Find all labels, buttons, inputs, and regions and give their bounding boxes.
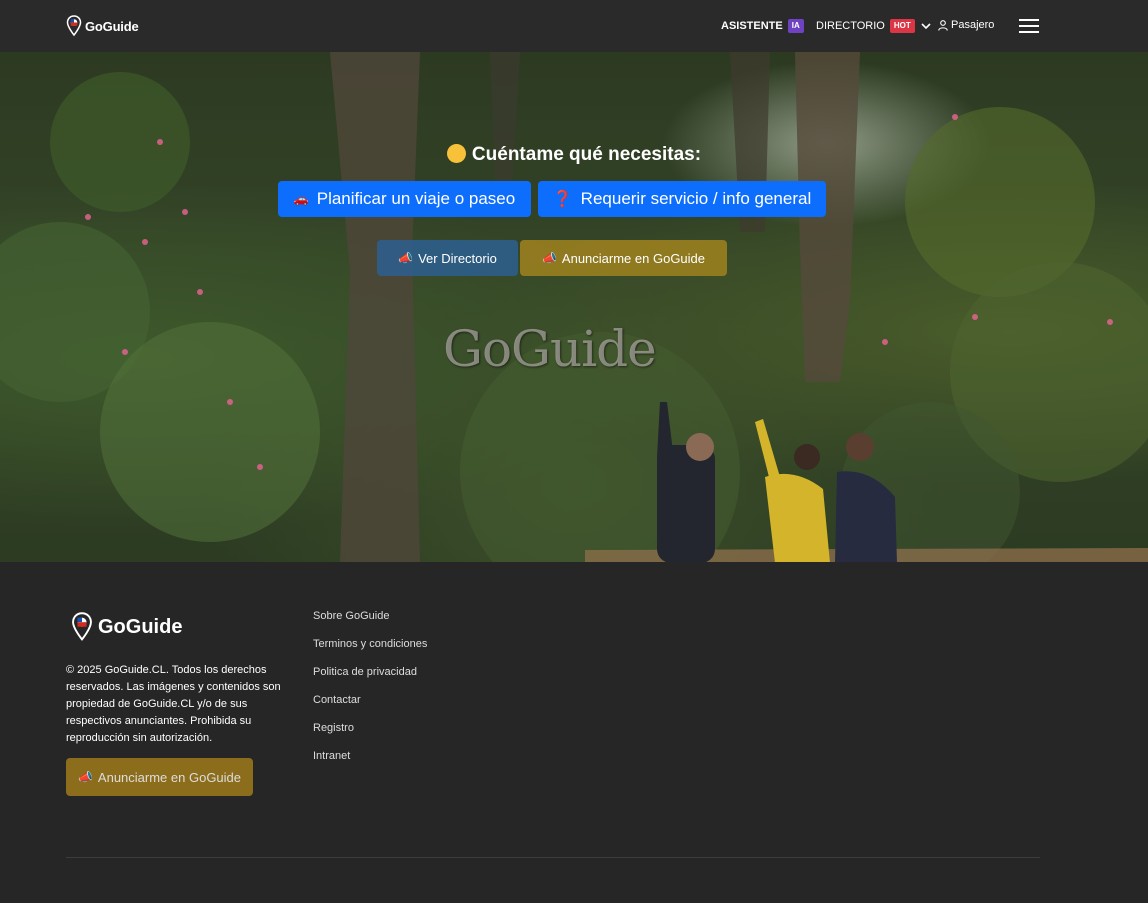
view-directory-button[interactable]: 📣 Ver Directorio (377, 240, 518, 276)
brand-logo[interactable]: GoGuide (66, 15, 139, 37)
nav-pasajero-label: Pasajero (951, 19, 995, 31)
footer-link-intranet[interactable]: Intranet (313, 748, 427, 776)
footer-link-privacidad[interactable]: Politica de privacidad (313, 664, 427, 692)
nav-asistente-label: ASISTENTE (721, 20, 783, 32)
footer-links: Sobre GoGuide Terminos y condiciones Pol… (313, 608, 427, 776)
hero-title-text: Cuéntame qué necesitas: (471, 144, 702, 165)
ia-badge: IA (787, 19, 804, 33)
forest-background-image (0, 52, 1148, 562)
footer: GoGuide © 2025 GoGuide.CL. Todos los der… (0, 562, 1148, 903)
question-mark-icon: ❓ (552, 191, 573, 208)
megaphone-icon: 📣 (77, 770, 93, 784)
advertise-label: Anunciarme en GoGuide (561, 250, 706, 266)
hero-title: Cuéntame qué necesitas: (0, 144, 1148, 166)
footer-divider (66, 857, 1040, 858)
car-icon: 🚗 (293, 192, 309, 206)
map-pin-icon (72, 612, 92, 641)
smiling-face-icon (446, 144, 466, 163)
footer-brand-logo[interactable]: GoGuide (71, 611, 182, 643)
nav-asistente[interactable]: ASISTENTE IA (721, 19, 804, 33)
view-directory-label: Ver Directorio (418, 250, 497, 266)
footer-link-registro[interactable]: Registro (313, 720, 427, 748)
top-navbar: GoGuide ASISTENTE IA DIRECTORIO HOT Pasa… (0, 0, 1148, 52)
map-pin-icon (66, 15, 82, 37)
user-icon (938, 19, 948, 31)
brand-name: GoGuide (85, 18, 139, 34)
footer-link-sobre[interactable]: Sobre GoGuide (313, 608, 427, 636)
footer-advertise-label: Anunciarme en GoGuide (97, 769, 242, 785)
request-service-label: Requerir servicio / info general (580, 189, 812, 208)
footer-link-terminos[interactable]: Terminos y condiciones (313, 636, 427, 664)
nav-directorio-label: DIRECTORIO (816, 20, 885, 32)
nav-pasajero[interactable]: Pasajero (938, 19, 994, 31)
request-service-button[interactable]: ❓ Requerir servicio / info general (538, 181, 826, 217)
footer-link-contactar[interactable]: Contactar (313, 692, 427, 720)
plan-trip-button[interactable]: 🚗 Planificar un viaje o paseo (278, 181, 531, 217)
chevron-down-icon (921, 23, 931, 30)
hero-banner: Cuéntame qué necesitas: 🚗 Planificar un … (0, 52, 1148, 562)
footer-brand-name: GoGuide (98, 615, 183, 638)
footer-advertise-button[interactable]: 📣 Anunciarme en GoGuide (66, 758, 253, 796)
hamburger-menu-icon[interactable] (1019, 19, 1039, 33)
footer-copyright: © 2025 GoGuide.CL. Todos los derechos re… (66, 664, 281, 744)
megaphone-icon: 📣 (541, 251, 557, 265)
goguide-watermark: GoGuide (443, 320, 657, 378)
advertise-button[interactable]: 📣 Anunciarme en GoGuide (520, 240, 727, 276)
nav-directorio-dropdown[interactable]: DIRECTORIO HOT (816, 19, 931, 33)
megaphone-icon: 📣 (398, 251, 414, 265)
hot-badge: HOT (889, 19, 915, 33)
hikers-image (657, 402, 897, 562)
plan-trip-label: Planificar un viaje o paseo (316, 189, 516, 208)
